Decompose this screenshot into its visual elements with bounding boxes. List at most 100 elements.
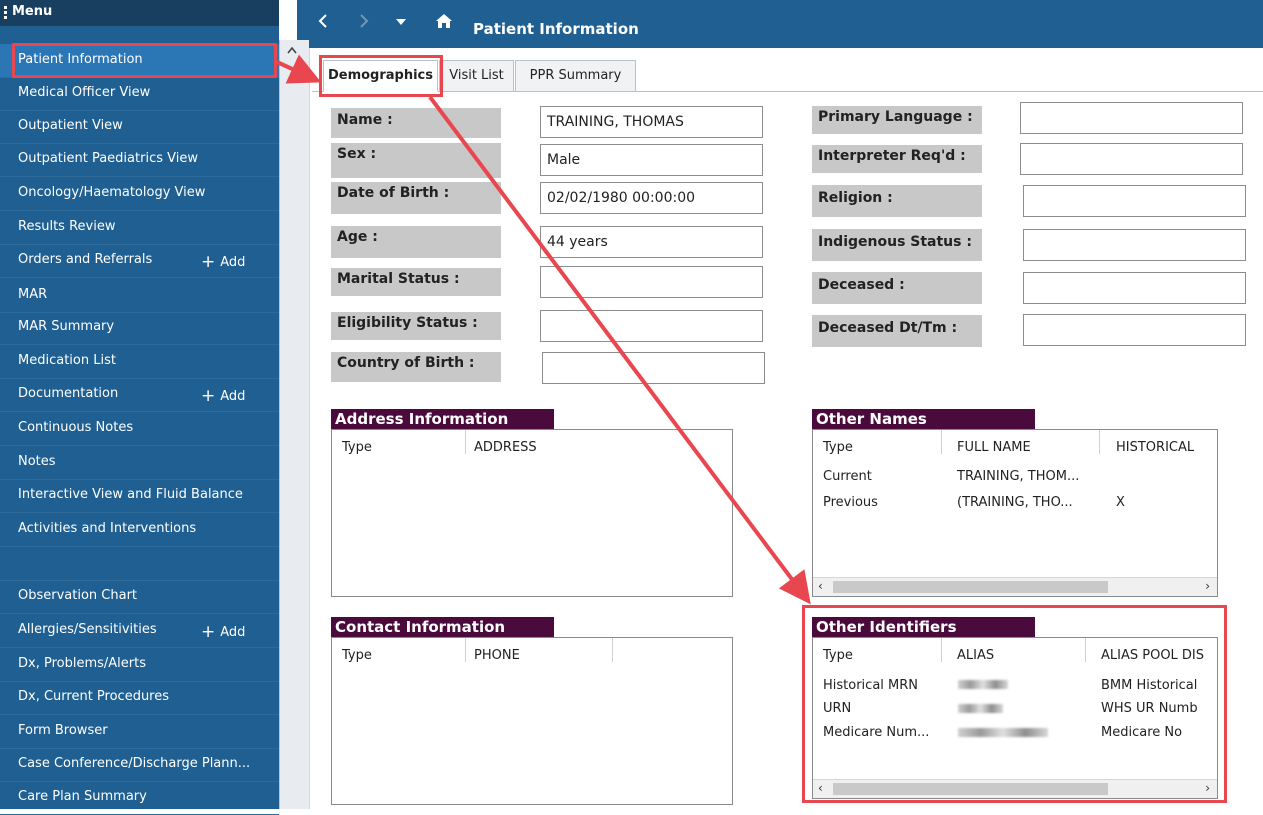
field-label-interpreter-reqd: Interpreter Req'd : (812, 145, 982, 173)
sidebar-item-dx-problems-alerts[interactable]: Dx, Problems/Alerts (0, 648, 279, 682)
plus-icon: + (201, 252, 216, 272)
horizontal-scrollbar[interactable]: ‹ › (813, 577, 1217, 596)
sidebar-item-label: Outpatient View (18, 118, 123, 133)
add-button[interactable]: + Add (201, 621, 245, 642)
field-deceased (1023, 272, 1246, 304)
pin-icon[interactable] (283, 5, 297, 21)
sidebar-item-label: Care Plan Summary (18, 789, 147, 804)
tab-ppr-summary[interactable]: PPR Summary (515, 60, 636, 92)
sidebar-item-allergies-sensitivities[interactable]: Allergies/Sensitivities + Add (0, 614, 279, 648)
sidebar-item-orders-and-referrals[interactable]: Orders and Referrals + Add (0, 244, 279, 278)
sidebar-item-label: MAR Summary (18, 319, 115, 334)
contact-information-title: Contact Information (331, 617, 554, 637)
column-header-address[interactable]: ADDRESS (474, 440, 537, 455)
sidebar-item-label: Dx, Current Procedures (18, 689, 170, 704)
sidebar-item-mar-summary[interactable]: MAR Summary (0, 311, 279, 345)
field-label-primary-language: Primary Language : (812, 106, 982, 134)
field-deceased-dt-tm (1023, 314, 1246, 346)
tab-visit-list[interactable]: Visit List (439, 60, 514, 92)
address-information-title: Address Information (331, 409, 554, 429)
sidebar-item-label: Notes (18, 454, 56, 469)
other-names-row-historical: X (1116, 495, 1125, 510)
field-date-of-birth: 02/02/1980 00:00:00 (540, 182, 763, 214)
sidebar-item-label: Continuous Notes (18, 420, 134, 435)
grip-icon (4, 6, 7, 20)
field-sex: Male (540, 144, 763, 176)
sidebar-item-label: Case Conference/Discharge Plann... (18, 756, 251, 771)
chevron-down-icon[interactable] (396, 16, 406, 29)
sidebar-item-results-review[interactable]: Results Review (0, 211, 279, 245)
sidebar-item-label: Oncology/Haematology View (18, 185, 206, 200)
plus-icon: + (201, 622, 216, 642)
sidebar-item-activities-and-interventions[interactable]: Activities and Interventions (0, 513, 279, 547)
column-header-type[interactable]: Type (342, 440, 372, 455)
field-label-eligibility-status: Eligibility Status : (331, 312, 501, 340)
sidebar-item-medical-officer-view[interactable]: Medical Officer View (0, 77, 279, 111)
field-interpreter-reqd (1020, 143, 1243, 175)
sidebar-item-label: Results Review (18, 219, 116, 234)
scroll-up-icon[interactable] (283, 43, 301, 59)
scroll-right-icon[interactable]: › (1205, 579, 1210, 593)
field-label-deceased-dt-tm: Deceased Dt/Tm : (812, 315, 982, 347)
sidebar-item-interactive-view-and-fluid-balance[interactable]: Interactive View and Fluid Balance (0, 479, 279, 513)
sidebar-item-medication-list[interactable]: Medication List (0, 345, 279, 379)
field-label-religion: Religion : (812, 185, 982, 217)
column-header-type[interactable]: Type (823, 440, 853, 455)
menu-title: Menu (12, 4, 53, 19)
field-label-country-of-birth: Country of Birth : (331, 352, 501, 382)
sidebar-item-case-conference-discharge-plann[interactable]: Case Conference/Discharge Plann... (0, 748, 279, 782)
sidebar-item-oncology-haematology-view[interactable]: Oncology/Haematology View (0, 177, 279, 211)
sidebar-item-care-plan-summary[interactable]: Care Plan Summary (0, 781, 279, 815)
sidebar-item-mar[interactable]: MAR (0, 279, 279, 313)
field-marital-status (540, 266, 763, 298)
sidebar-item-observation-chart[interactable]: Observation Chart (0, 580, 279, 614)
sidebar-item-notes[interactable]: Notes (0, 446, 279, 480)
highlight-box-patient-information (12, 43, 277, 78)
add-button[interactable]: + Add (201, 251, 245, 272)
scrollbar-thumb[interactable] (833, 581, 1108, 593)
sidebar-item-outpatient-paediatrics-view[interactable]: Outpatient Paediatrics View (0, 143, 279, 177)
column-header-full-name[interactable]: FULL NAME (957, 440, 1031, 455)
forward-arrow-icon[interactable] (358, 12, 370, 34)
field-label-age: Age : (331, 226, 501, 258)
sidebar-item-label: Medical Officer View (18, 85, 151, 100)
sidebar-item-label: Interactive View and Fluid Balance (18, 487, 243, 502)
field-country-of-birth (542, 352, 765, 384)
sidebar-item-form-browser[interactable]: Form Browser (0, 715, 279, 749)
back-arrow-icon[interactable] (317, 12, 329, 34)
field-religion (1023, 185, 1246, 217)
home-icon[interactable] (435, 13, 453, 29)
column-header-historical[interactable]: HISTORICAL (1116, 440, 1194, 455)
other-names-table: Type FULL NAME HISTORICAL Current TRAINI… (812, 429, 1218, 597)
field-label-deceased: Deceased : (812, 272, 982, 304)
address-information-table: Type ADDRESS (331, 429, 733, 597)
other-names-row-full-name: TRAINING, THOM... (957, 469, 1080, 484)
contact-information-table: Type PHONE (331, 637, 733, 805)
sidebar-item-label: Observation Chart (18, 588, 138, 603)
sidebar-item-documentation[interactable]: Documentation + Add (0, 378, 279, 412)
field-name: TRAINING, THOMAS (540, 106, 763, 138)
column-header-type[interactable]: Type (342, 648, 372, 663)
sidebar-item-label: Outpatient Paediatrics View (18, 151, 198, 166)
sidebar-item-blank (0, 547, 279, 581)
other-names-title: Other Names (812, 409, 1035, 429)
sidebar-item-label: Allergies/Sensitivities (18, 622, 157, 637)
add-button[interactable]: + Add (201, 385, 246, 406)
other-names-row-full-name: (TRAINING, THO... (957, 495, 1073, 510)
column-header-phone[interactable]: PHONE (474, 648, 520, 663)
sidebar-item-label: Documentation (18, 386, 119, 401)
sidebar-item-label: Dx, Problems/Alerts (18, 656, 146, 671)
field-label-date-of-birth: Date of Birth : (331, 182, 501, 214)
scroll-left-icon[interactable]: ‹ (818, 579, 823, 593)
field-label-sex: Sex : (331, 143, 501, 178)
page-title: Patient Information (473, 20, 639, 38)
field-eligibility-status (540, 310, 763, 342)
sidebar-item-label: Medication List (18, 353, 116, 368)
sidebar-item-dx-current-procedures[interactable]: Dx, Current Procedures (0, 681, 279, 715)
sidebar-scrollbar[interactable] (279, 40, 309, 809)
sidebar-item-label: Form Browser (18, 723, 108, 738)
sidebar-item-continuous-notes[interactable]: Continuous Notes (0, 412, 279, 446)
menu-header: Menu (0, 0, 279, 26)
add-label: Add (220, 389, 246, 404)
sidebar-item-outpatient-view[interactable]: Outpatient View (0, 110, 279, 144)
